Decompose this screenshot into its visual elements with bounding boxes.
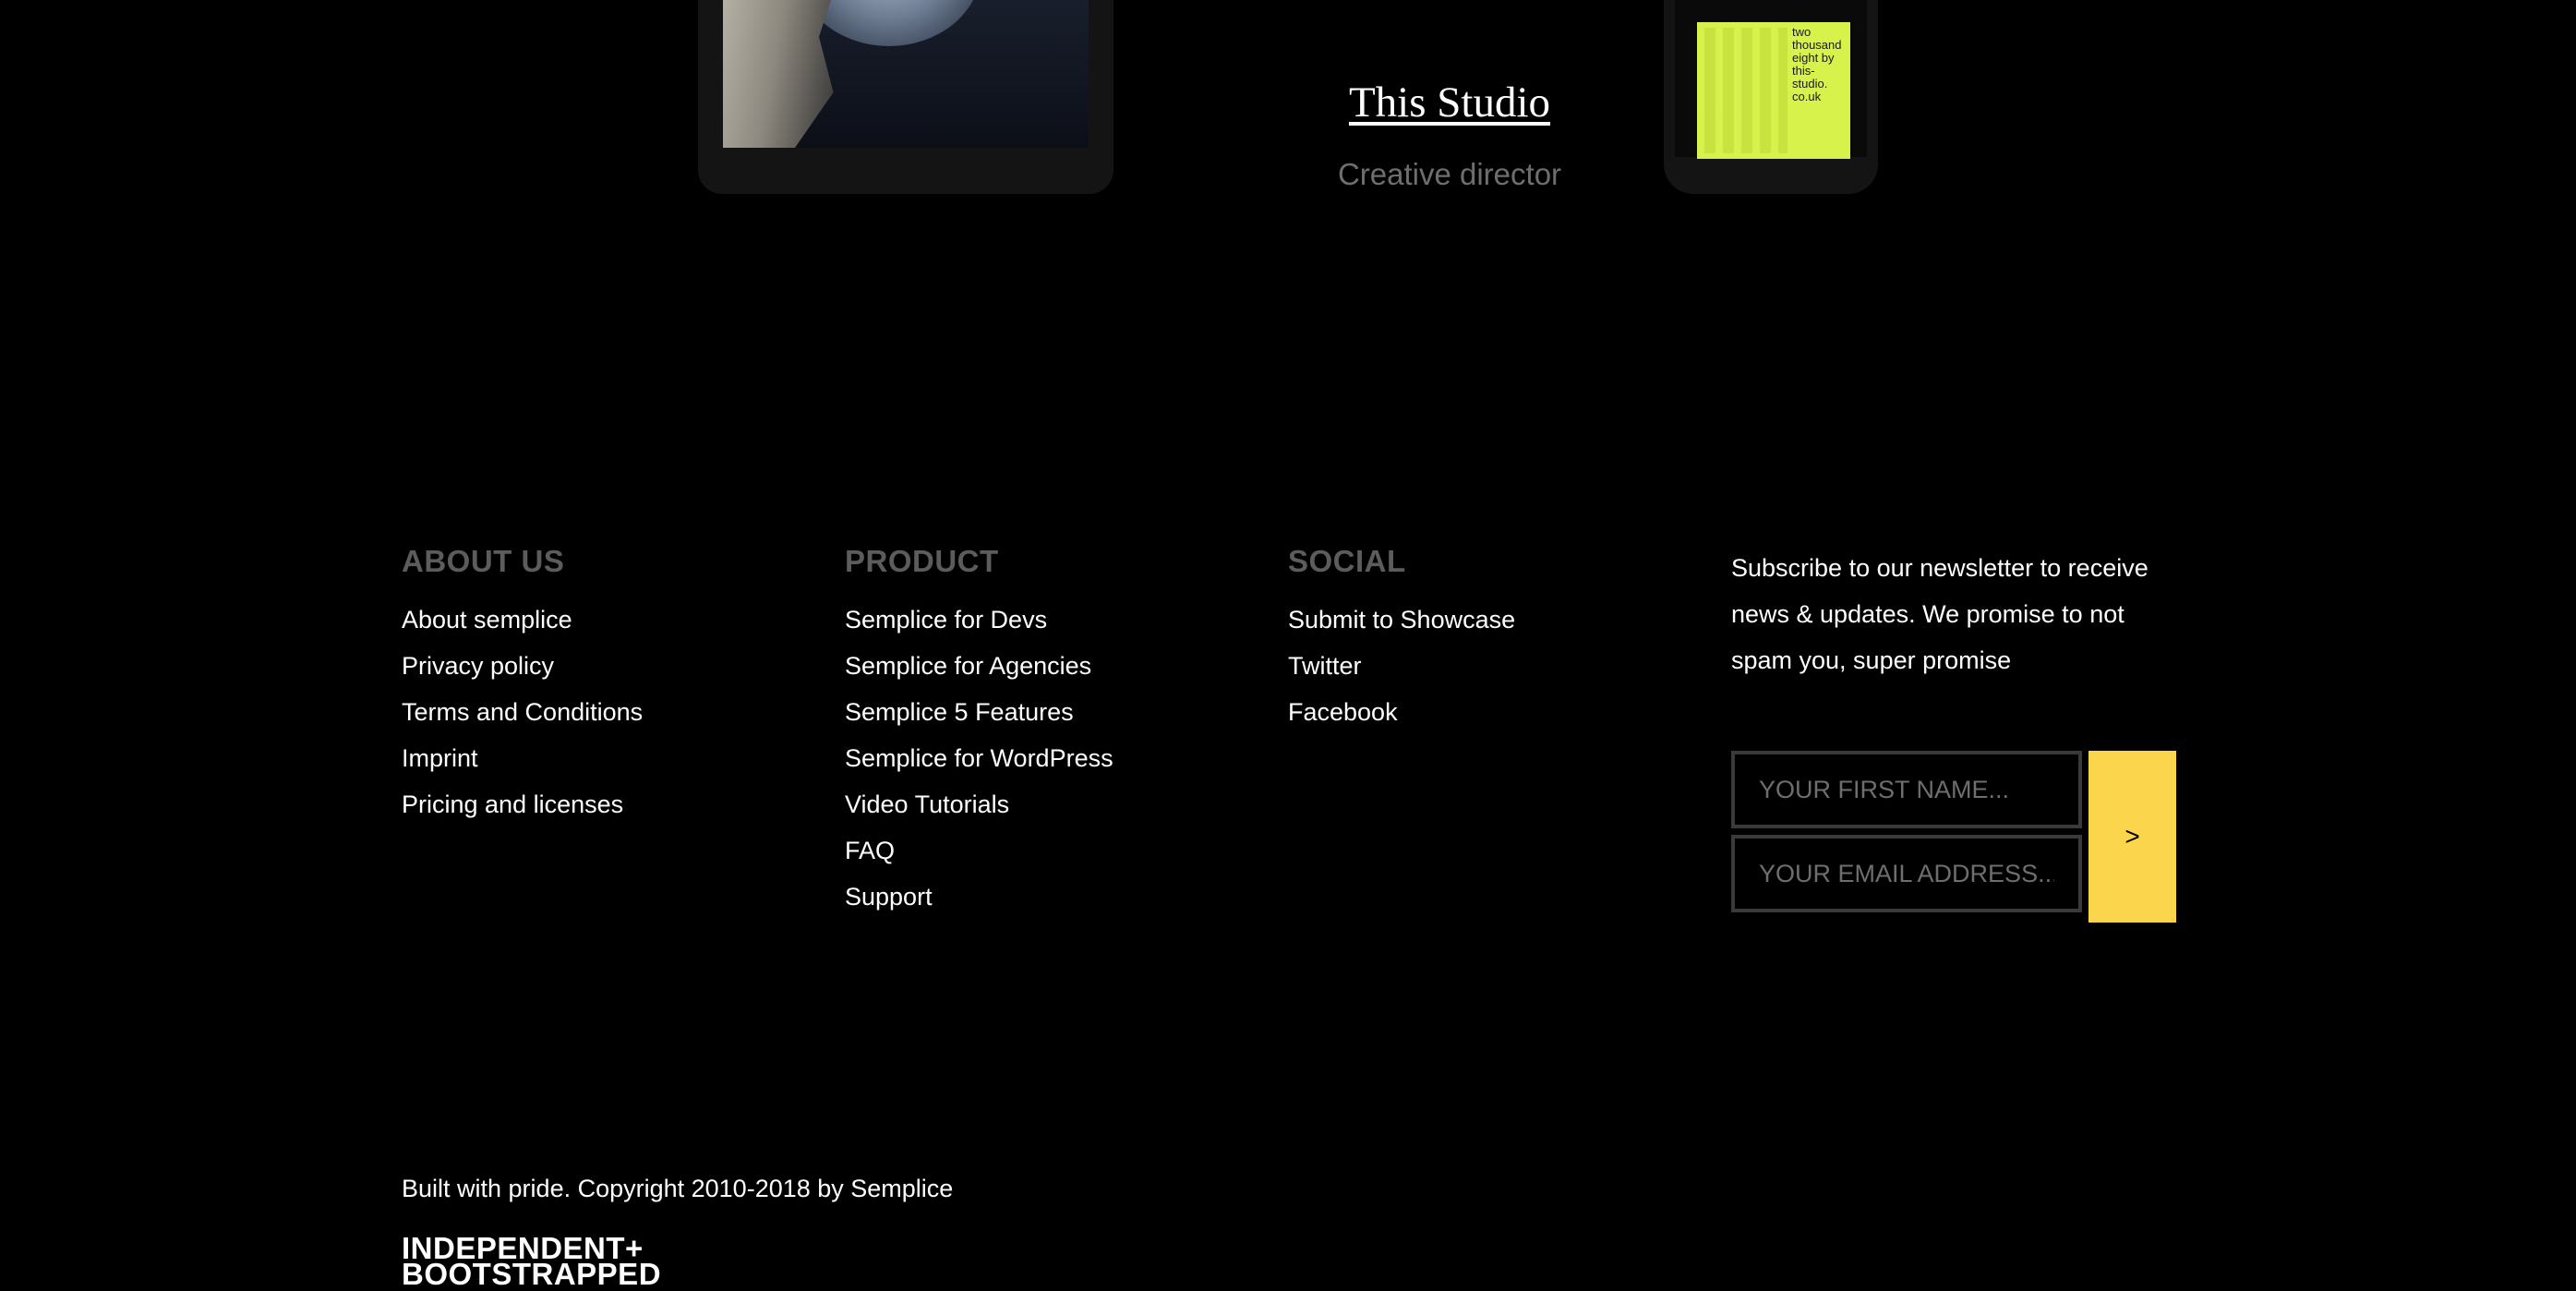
- footer-link-semplice-agencies[interactable]: Semplice for Agencies: [845, 643, 1113, 689]
- badge-line-2: BOOTSTRAPPED: [402, 1257, 662, 1291]
- showcase-phone-mockup[interactable]: two thousand eight by this-studio. co.uk: [1664, 0, 1878, 194]
- newsletter-submit-button[interactable]: >: [2088, 751, 2176, 923]
- footer-link-twitter[interactable]: Twitter: [1288, 643, 1515, 689]
- poster-pattern: [1704, 28, 1788, 153]
- newsletter-description: Subscribe to our newsletter to receive n…: [1731, 554, 2149, 674]
- footer-link-video-tutorials[interactable]: Video Tutorials: [845, 781, 1113, 827]
- independent-bootstrapped-logo: INDEPENDENT+ BOOTSTRAPPED: [402, 1233, 662, 1291]
- footer-link-support[interactable]: Support: [845, 874, 1113, 920]
- footer-link-privacy-policy[interactable]: Privacy policy: [402, 643, 643, 689]
- poster-image: two thousand eight by this-studio. co.uk: [1697, 22, 1850, 159]
- footer-link-semplice-5-features[interactable]: Semplice 5 Features: [845, 689, 1113, 735]
- phone-screen: two thousand eight by this-studio. co.uk: [1675, 0, 1867, 159]
- email-input[interactable]: [1731, 835, 2082, 912]
- footer-link-imprint[interactable]: Imprint: [402, 735, 643, 781]
- about-heading: ABOUT US: [402, 544, 565, 578]
- footer-product-column: PRODUCT Semplice for Devs Semplice for A…: [845, 543, 1113, 920]
- footer-link-submit-showcase[interactable]: Submit to Showcase: [1288, 597, 1515, 643]
- footer-link-semplice-wordpress[interactable]: Semplice for WordPress: [845, 735, 1113, 781]
- poster-text: two thousand eight by this-studio. co.uk: [1792, 25, 1842, 103]
- product-heading: PRODUCT: [845, 544, 999, 578]
- footer-link-about-semplice[interactable]: About semplice: [402, 597, 643, 643]
- studio-role: Creative director: [1337, 157, 1562, 191]
- social-heading: SOCIAL: [1288, 544, 1406, 578]
- footer-link-faq[interactable]: FAQ: [845, 827, 1113, 874]
- showcase-tablet-mockup[interactable]: [698, 0, 1113, 194]
- studio-name-link[interactable]: This Studio: [1293, 78, 1607, 127]
- footer-link-semplice-devs[interactable]: Semplice for Devs: [845, 597, 1113, 643]
- copyright-text: Built with pride. Copyright 2010-2018 by…: [402, 1175, 954, 1202]
- footer-about-column: ABOUT US About semplice Privacy policy T…: [402, 543, 643, 827]
- footer-link-pricing[interactable]: Pricing and licenses: [402, 781, 643, 827]
- footer-social-column: SOCIAL Submit to Showcase Twitter Facebo…: [1288, 543, 1515, 735]
- footer-link-terms[interactable]: Terms and Conditions: [402, 689, 643, 735]
- footer-link-facebook[interactable]: Facebook: [1288, 689, 1515, 735]
- portrait-image: [723, 0, 1089, 148]
- newsletter-section: Subscribe to our newsletter to receive n…: [1731, 545, 2174, 683]
- newsletter-form: >: [1731, 751, 2176, 923]
- first-name-input[interactable]: [1731, 751, 2082, 828]
